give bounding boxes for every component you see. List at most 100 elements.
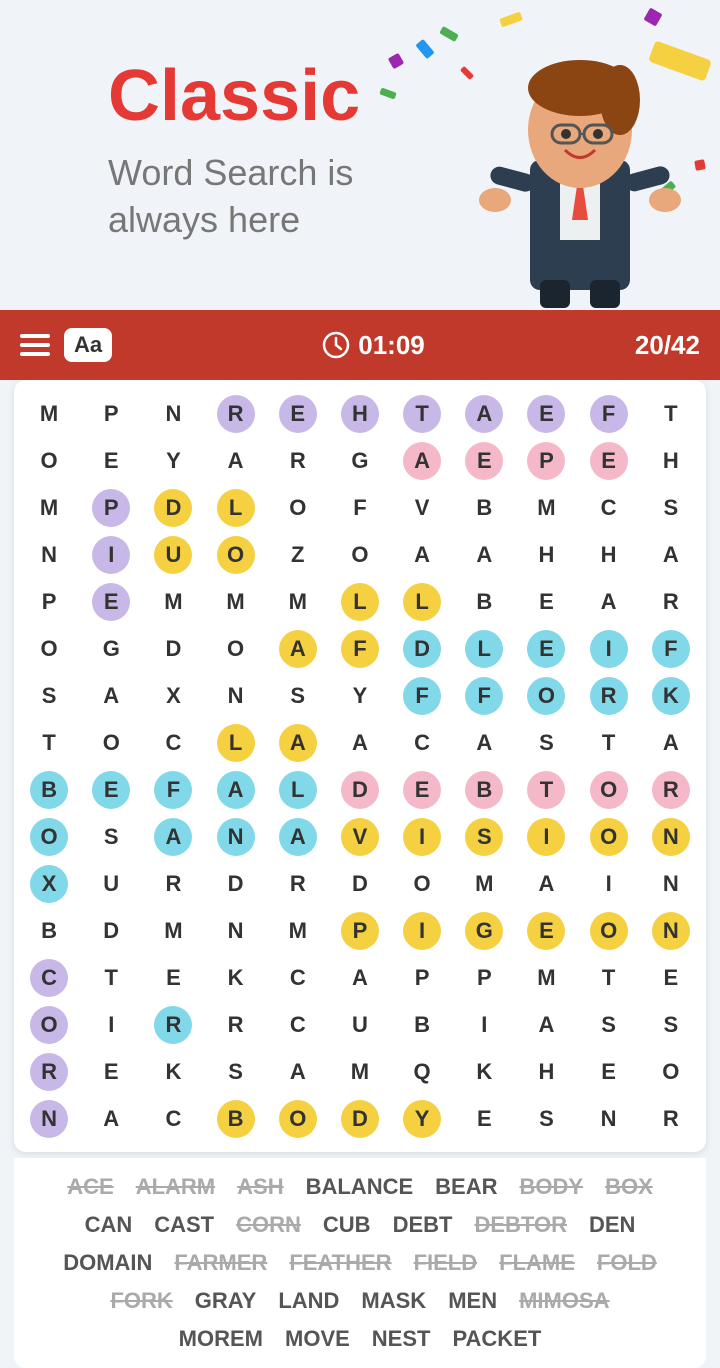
grid-cell[interactable]: I [578,625,640,672]
grid-cell[interactable]: O [18,437,80,484]
grid-cell[interactable]: O [515,672,577,719]
grid-cell[interactable]: R [640,1095,702,1142]
grid-cell[interactable]: O [578,766,640,813]
grid-cell[interactable]: T [80,954,142,1001]
grid-cell[interactable]: E [515,907,577,954]
grid-cell[interactable]: I [453,1001,515,1048]
grid-cell[interactable]: A [267,1048,329,1095]
grid-cell[interactable]: M [453,860,515,907]
grid-cell[interactable]: D [142,625,204,672]
grid-cell[interactable]: E [267,390,329,437]
grid-cell[interactable]: D [142,484,204,531]
grid-cell[interactable]: R [640,578,702,625]
grid-cell[interactable]: E [578,437,640,484]
grid-cell[interactable]: F [578,390,640,437]
grid-cell[interactable]: P [329,907,391,954]
grid-cell[interactable]: L [453,625,515,672]
grid-cell[interactable]: F [391,672,453,719]
grid-cell[interactable]: N [640,813,702,860]
grid-cell[interactable]: S [205,1048,267,1095]
grid-cell[interactable]: O [80,719,142,766]
grid-cell[interactable]: M [205,578,267,625]
grid-cell[interactable]: R [205,390,267,437]
grid-cell[interactable]: S [18,672,80,719]
grid-cell[interactable]: K [640,672,702,719]
grid-cell[interactable]: M [515,954,577,1001]
menu-button[interactable] [20,334,50,356]
grid-cell[interactable]: O [18,1001,80,1048]
grid-cell[interactable]: G [329,437,391,484]
grid-cell[interactable]: P [515,437,577,484]
grid-cell[interactable]: I [515,813,577,860]
grid-cell[interactable]: K [142,1048,204,1095]
grid-cell[interactable]: I [578,860,640,907]
grid-cell[interactable]: R [578,672,640,719]
grid-cell[interactable]: E [515,625,577,672]
grid-cell[interactable]: E [640,954,702,1001]
grid-cell[interactable]: M [267,578,329,625]
grid-cell[interactable]: B [453,484,515,531]
grid-cell[interactable]: O [578,813,640,860]
grid-cell[interactable]: A [640,719,702,766]
grid-cell[interactable]: M [142,907,204,954]
grid-cell[interactable]: A [80,1095,142,1142]
grid-cell[interactable]: R [142,860,204,907]
grid-cell[interactable]: O [578,907,640,954]
grid-cell[interactable]: P [80,484,142,531]
grid-cell[interactable]: O [391,860,453,907]
grid-cell[interactable]: T [640,390,702,437]
grid-cell[interactable]: M [267,907,329,954]
grid-cell[interactable]: S [640,1001,702,1048]
grid-cell[interactable]: O [267,484,329,531]
grid-cell[interactable]: N [640,907,702,954]
grid-cell[interactable]: C [578,484,640,531]
grid-cell[interactable]: N [205,672,267,719]
grid-cell[interactable]: A [267,625,329,672]
grid-cell[interactable]: C [142,1095,204,1142]
grid-cell[interactable]: I [391,907,453,954]
grid-cell[interactable]: Q [391,1048,453,1095]
word-search-grid[interactable]: MPNREHTAEFTOEYARGAEPEHMPDLOFVBMCSNIUOZOA… [14,380,706,1152]
grid-cell[interactable]: A [329,954,391,1001]
grid-cell[interactable]: U [329,1001,391,1048]
grid-cell[interactable]: A [453,719,515,766]
grid-cell[interactable]: B [18,766,80,813]
grid-cell[interactable]: F [142,766,204,813]
grid-cell[interactable]: A [453,531,515,578]
grid-cell[interactable]: A [80,672,142,719]
grid-cell[interactable]: Y [142,437,204,484]
grid-cell[interactable]: Y [329,672,391,719]
grid-cell[interactable]: A [515,860,577,907]
grid-cell[interactable]: E [515,390,577,437]
grid-cell[interactable]: N [18,531,80,578]
grid-cell[interactable]: B [453,578,515,625]
grid-cell[interactable]: S [267,672,329,719]
grid-cell[interactable]: O [205,531,267,578]
grid-cell[interactable]: E [453,1095,515,1142]
grid-cell[interactable]: N [205,907,267,954]
font-size-button[interactable]: Aa [64,328,112,362]
grid-cell[interactable]: I [80,531,142,578]
grid-cell[interactable]: X [142,672,204,719]
grid-cell[interactable]: E [80,766,142,813]
grid-cell[interactable]: E [578,1048,640,1095]
grid-cell[interactable]: M [18,484,80,531]
grid-cell[interactable]: L [205,484,267,531]
grid-cell[interactable]: F [329,625,391,672]
grid-cell[interactable]: A [205,437,267,484]
grid-cell[interactable]: N [578,1095,640,1142]
grid-cell[interactable]: T [515,766,577,813]
grid-cell[interactable]: D [391,625,453,672]
grid-cell[interactable]: D [329,766,391,813]
grid-cell[interactable]: A [391,531,453,578]
grid-cell[interactable]: O [18,625,80,672]
grid-cell[interactable]: Y [391,1095,453,1142]
grid-cell[interactable]: O [267,1095,329,1142]
grid-cell[interactable]: X [18,860,80,907]
grid-cell[interactable]: O [640,1048,702,1095]
grid-cell[interactable]: R [267,860,329,907]
grid-cell[interactable]: U [80,860,142,907]
grid-cell[interactable]: C [142,719,204,766]
grid-cell[interactable]: E [453,437,515,484]
grid-cell[interactable]: D [329,860,391,907]
